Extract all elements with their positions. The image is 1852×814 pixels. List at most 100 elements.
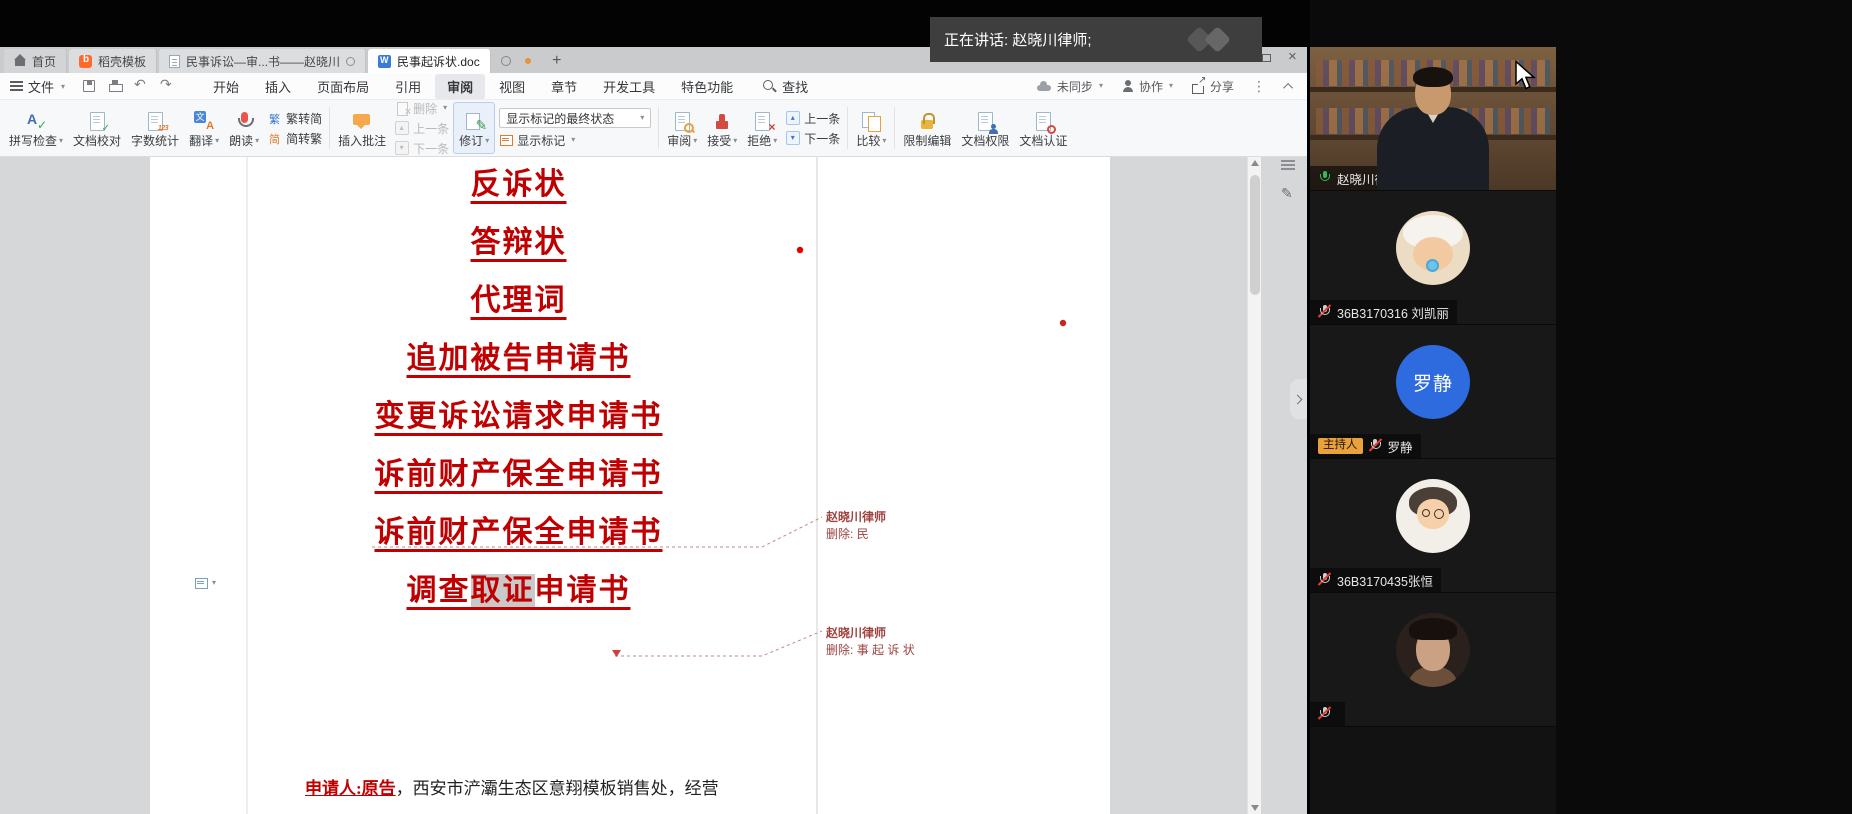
scrollbar-thumb[interactable] (1250, 175, 1260, 295)
review-button[interactable]: 审阅 (662, 102, 702, 154)
traditional-char-icon (268, 111, 282, 125)
doc-heading-text: 变更诉讼请求申请书 (375, 391, 663, 435)
menu-tab-insert[interactable]: 插入 (253, 74, 303, 99)
share-label: 分享 (1210, 78, 1234, 95)
menu-tab-review[interactable]: 审阅 (435, 74, 485, 99)
word-count-label: 字数统计 (131, 135, 179, 147)
sync-status-label: 未同步 (1057, 78, 1093, 95)
track-changes-button[interactable]: 修订 (453, 102, 495, 154)
doc-proofing-button[interactable]: 文档校对 (68, 102, 126, 154)
tab-docer-templates[interactable]: 稻壳模板 (69, 49, 157, 73)
participant-tile[interactable]: 36B3170316 刘凯丽 (1310, 191, 1556, 324)
menu-tab-page-layout[interactable]: 页面布局 (305, 74, 381, 99)
next-comment-button[interactable]: 下一条 (395, 140, 449, 156)
doc-certification-button[interactable]: 文档认证 (1014, 102, 1072, 154)
scroll-down-icon[interactable] (1251, 805, 1259, 811)
prev-change-icon (786, 111, 800, 125)
menu-tab-dev-tools[interactable]: 开发工具 (591, 74, 667, 99)
pen-tool-icon[interactable] (1281, 185, 1297, 201)
collaborate-label: 协作 (1139, 78, 1163, 95)
menu-tab-references[interactable]: 引用 (383, 74, 433, 99)
compare-button[interactable]: 比较 (851, 102, 891, 154)
revision-balloon[interactable]: 赵晓川律师 删除: 事 起 诉 状 (826, 625, 1036, 659)
restrict-editing-button[interactable]: 限制编辑 (898, 102, 956, 154)
doc-heading-with-selection[interactable]: 调查取证申请书 (247, 558, 790, 616)
insert-comment-button[interactable]: 插入批注 (333, 102, 391, 154)
menu-tab-section[interactable]: 章节 (539, 74, 589, 99)
collapse-ribbon-icon[interactable] (1283, 82, 1293, 92)
menu-tab-start[interactable]: 开始 (201, 74, 251, 99)
show-markup-label: 显示标记 (517, 132, 565, 149)
close-window-icon[interactable] (1287, 52, 1299, 64)
next-change-icon (786, 131, 800, 145)
markup-state-dropdown[interactable]: 显示标记的最终状态 (499, 108, 651, 128)
tab-home-label: 首页 (32, 53, 56, 70)
simp-to-trad-button[interactable]: 简转繁 (268, 130, 322, 146)
collaborate-button[interactable]: 协作 (1121, 78, 1173, 95)
doc-heading[interactable]: 追加被告申请书 (247, 326, 790, 384)
tab-document-1[interactable]: 民事诉讼—审...书——赵晓川 (159, 49, 366, 73)
window-controls (1262, 52, 1299, 64)
doc-heading[interactable]: 变更诉讼请求申请书 (247, 384, 790, 442)
tab-home[interactable]: 首页 (4, 49, 67, 73)
convert-group: 繁转简 简转繁 (264, 102, 326, 154)
prev-comment-button[interactable]: 上一条 (395, 120, 449, 136)
margin-revision-marker[interactable] (194, 575, 220, 590)
doc-heading[interactable]: 诉前财产保全申请书 (247, 442, 790, 500)
sync-status-button[interactable]: 未同步 (1036, 78, 1103, 95)
ruler-toggle-icon[interactable] (1281, 160, 1295, 170)
read-aloud-button[interactable]: 朗读 (224, 102, 264, 154)
scroll-up-icon[interactable] (1251, 160, 1259, 166)
ribbon-separator (847, 107, 848, 149)
next-change-button[interactable]: 下一条 (786, 130, 840, 146)
restore-window-icon[interactable] (1262, 54, 1271, 62)
document-body-line[interactable]: 申请人:原告，西安市浐灞生态区意翔模板销售处，经营 (305, 774, 719, 799)
vertical-scrollbar[interactable] (1247, 157, 1261, 814)
participant-tile[interactable] (1310, 593, 1556, 726)
accept-button[interactable]: 接受 (702, 102, 742, 154)
undo-icon[interactable] (133, 78, 149, 94)
find-button[interactable]: 查找 (761, 77, 808, 96)
menu-tab-view[interactable]: 视图 (487, 74, 537, 99)
side-panel-expand-button[interactable] (1290, 379, 1307, 419)
doc-heading[interactable]: 答辩状 (247, 210, 790, 268)
chevron-down-icon (59, 79, 65, 94)
doc-heading-text: 调查取证申请书 (407, 565, 631, 609)
participant-tile[interactable]: 36B3170435张恒 (1310, 459, 1556, 592)
save-icon[interactable] (81, 78, 97, 94)
simp-to-trad-label: 简转繁 (286, 130, 322, 147)
trad-to-simp-button[interactable]: 繁转简 (268, 110, 322, 126)
doc-heading-text: 诉前财产保全申请书 (375, 449, 663, 493)
share-button[interactable]: 分享 (1191, 78, 1234, 95)
revision-balloon[interactable]: 赵晓川律师 删除: 民 (826, 509, 1036, 543)
file-menu-button[interactable]: 文件 (0, 77, 75, 96)
tab-document-2-active[interactable]: 民事起诉状.doc (368, 49, 491, 73)
reject-button[interactable]: 拒绝 (742, 102, 782, 154)
translate-button[interactable]: 翻译 (184, 102, 224, 154)
prev-change-button[interactable]: 上一条 (786, 110, 840, 126)
prev-comment-icon (395, 121, 409, 135)
next-comment-label: 下一条 (413, 140, 449, 157)
participant-tile[interactable]: 罗静 主持人 罗静 (1310, 325, 1556, 458)
document-page[interactable]: 反诉状 答辩状 代理词 追加被告申请书 变更诉讼请求申请书 诉前财产保全申请书 … (150, 157, 1110, 814)
show-markup-button[interactable]: 显示标记 (499, 132, 651, 148)
doc-heading[interactable]: 诉前财产保全申请书 (247, 500, 790, 558)
host-badge: 主持人 (1318, 438, 1363, 454)
word-count-button[interactable]: 字数统计 (126, 102, 184, 154)
avatar (1396, 613, 1470, 687)
menu-tab-special-features[interactable]: 特色功能 (669, 74, 745, 99)
tab-docer-label: 稻壳模板 (98, 53, 146, 70)
doc-permission-button[interactable]: 文档权限 (956, 102, 1014, 154)
mic-muted-icon (1318, 706, 1331, 722)
home-icon (14, 55, 26, 67)
print-icon[interactable] (107, 78, 123, 94)
doc-heading[interactable]: 反诉状 (247, 157, 790, 210)
redo-icon[interactable] (159, 78, 175, 94)
new-tab-button[interactable] (545, 49, 569, 73)
spell-check-button[interactable]: 拼写检查 (4, 102, 68, 154)
tab-sync-status-icon (346, 57, 355, 66)
delete-comment-button[interactable]: 删除 (395, 100, 449, 116)
doc-heading[interactable]: 代理词 (247, 268, 790, 326)
more-options-icon[interactable] (1252, 78, 1268, 94)
cloud-icon (1036, 79, 1053, 93)
